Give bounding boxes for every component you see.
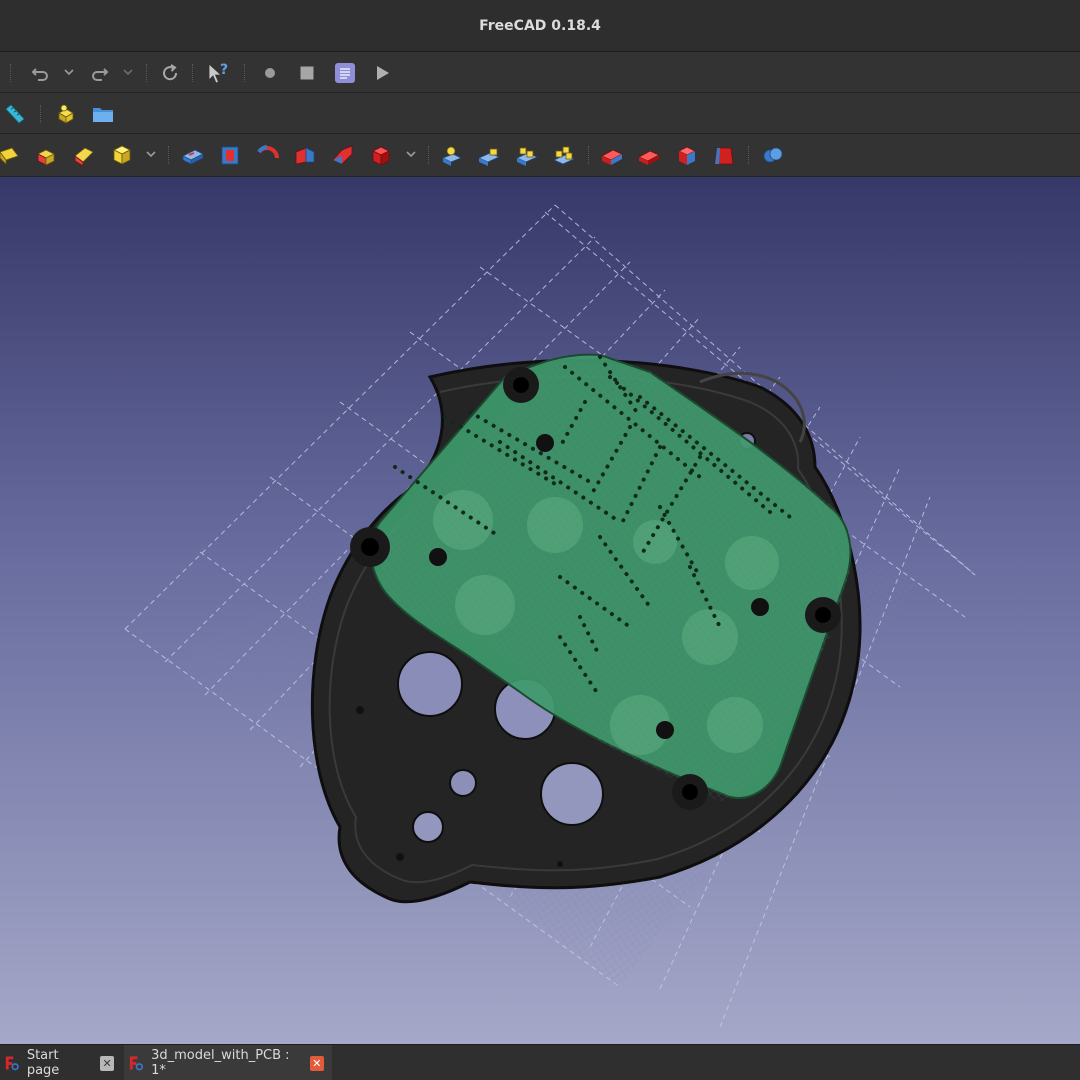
svg-text:?: ?	[220, 62, 228, 78]
housing-hole	[412, 811, 444, 843]
close-icon[interactable]: ✕	[309, 1055, 324, 1071]
boolean-cut-icon[interactable]	[439, 142, 465, 168]
tab-label: 3d_model_with_PCB : 1*	[151, 1048, 290, 1078]
chamfer2-icon[interactable]	[636, 142, 662, 168]
title-bar: FreeCAD 0.18.4	[0, 0, 1080, 52]
tab-start-page[interactable]: Start page ✕	[0, 1045, 122, 1080]
loft-icon[interactable]	[330, 142, 356, 168]
housing-hole	[449, 769, 477, 797]
toolbar-separator	[168, 146, 170, 164]
3d-scene	[124, 204, 976, 1028]
toolbar-separator	[244, 64, 246, 82]
cube-icon[interactable]	[109, 142, 135, 168]
close-icon[interactable]: ✕	[100, 1055, 114, 1071]
tab-label: Start page	[26, 1048, 60, 1078]
toolbar-separator	[428, 146, 430, 164]
housing-hole	[540, 762, 604, 826]
subtractive-icon[interactable]	[368, 142, 394, 168]
subtractive-dropdown-icon[interactable]	[404, 144, 418, 164]
chamfer-icon[interactable]	[71, 142, 97, 168]
revolution-icon[interactable]	[255, 142, 281, 168]
primitives-dropdown-icon[interactable]	[144, 144, 158, 164]
freecad-doc-icon	[129, 1056, 144, 1071]
toolbar-separator	[10, 64, 12, 82]
redo-dropdown-icon[interactable]	[121, 62, 135, 82]
macro-stop-icon[interactable]	[294, 60, 320, 86]
open-folder-icon[interactable]	[90, 101, 116, 127]
document-tab-bar: Start page ✕ 3d_model_with_PCB : 1* ✕	[0, 1044, 1080, 1080]
redo-icon[interactable]	[86, 60, 112, 86]
part-icon[interactable]	[53, 101, 79, 127]
thickness-icon[interactable]	[674, 142, 700, 168]
pad-icon[interactable]	[180, 142, 206, 168]
fillet-icon[interactable]	[599, 142, 625, 168]
freecad-doc-icon	[5, 1056, 19, 1071]
toolbar-separator	[748, 146, 750, 164]
toolbar-separator	[588, 146, 590, 164]
measure-icon[interactable]	[2, 101, 28, 127]
toolbar-separator	[146, 64, 148, 82]
toolbar-edit: ?	[0, 52, 1080, 93]
groove-icon[interactable]	[292, 142, 318, 168]
housing-hole	[397, 651, 463, 717]
boolean-multi-icon[interactable]	[551, 142, 577, 168]
toolbar-separator	[192, 64, 194, 82]
macro-record-icon[interactable]	[257, 60, 283, 86]
toolbar-workbench	[0, 93, 1080, 134]
box-icon[interactable]	[33, 142, 59, 168]
macro-edit-icon[interactable]	[332, 60, 358, 86]
whats-this-icon[interactable]: ?	[205, 60, 231, 86]
window-title: FreeCAD 0.18.4	[479, 17, 601, 34]
undo-dropdown-icon[interactable]	[62, 62, 76, 82]
draft-icon[interactable]	[711, 142, 737, 168]
shape-binder-icon[interactable]	[760, 142, 786, 168]
3d-viewport[interactable]	[0, 177, 1080, 1044]
macro-run-icon[interactable]	[369, 60, 395, 86]
undo-icon[interactable]	[28, 60, 54, 86]
refresh-icon[interactable]	[157, 60, 183, 86]
toolbar-separator	[40, 105, 42, 123]
tab-3d-model-document[interactable]: 3d_model_with_PCB : 1* ✕	[124, 1045, 332, 1080]
boolean-union-icon[interactable]	[476, 142, 502, 168]
toolbar-part-design	[0, 134, 1080, 177]
cylinder-icon[interactable]	[0, 142, 22, 168]
pocket-icon[interactable]	[217, 142, 243, 168]
boolean-common-icon[interactable]	[514, 142, 540, 168]
